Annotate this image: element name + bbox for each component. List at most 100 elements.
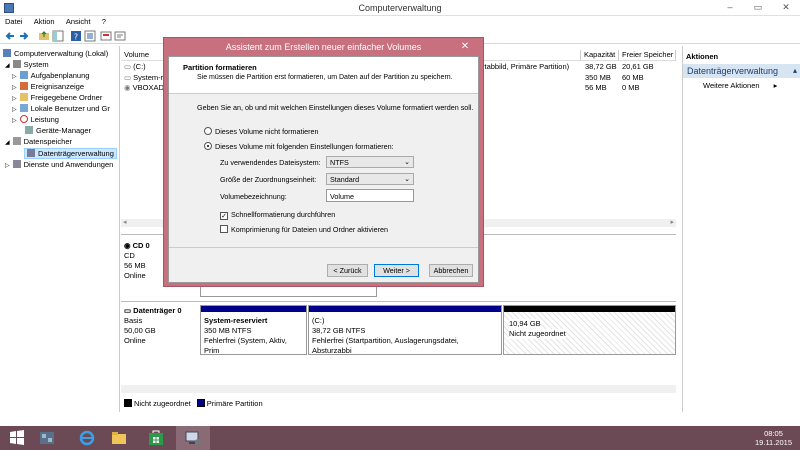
properties-icon[interactable] bbox=[84, 30, 96, 42]
tree-item-ereignisanzeige[interactable]: ▷ Ereignisanzeige bbox=[12, 82, 84, 92]
radio-no-format[interactable]: Dieses Volume nicht formatieren bbox=[204, 127, 318, 136]
back-button[interactable]: < Zurück bbox=[327, 264, 368, 277]
cd-drive-icon: ◉ bbox=[124, 83, 133, 92]
volume-row[interactable]: ▭ System-r bbox=[124, 73, 163, 83]
users-icon bbox=[19, 104, 28, 112]
tools-icon bbox=[12, 60, 21, 68]
submenu-arrow-icon: ▸ bbox=[773, 81, 778, 90]
partition-system-reserved[interactable]: System-reserviert 350 MB NTFS Fehlerfrei… bbox=[200, 305, 307, 355]
title-bar: Computerverwaltung – ▭ ✕ bbox=[0, 0, 800, 16]
column-header-capacity[interactable]: Kapazität bbox=[581, 50, 619, 61]
dialog-title: Assistent zum Erstellen neuer einfacher … bbox=[225, 42, 422, 52]
cd-icon: ◉ bbox=[124, 241, 133, 250]
radio-button[interactable] bbox=[204, 142, 212, 150]
disk-header[interactable]: ▭ Datenträger 0 Basis 50,00 GB Online bbox=[124, 306, 196, 346]
drive-icon: ▭ bbox=[124, 62, 134, 71]
radio-format[interactable]: Dieses Volume mit folgenden Einstellunge… bbox=[204, 142, 394, 151]
primary-partition-bar bbox=[201, 306, 306, 312]
allocation-unit-select[interactable]: Standard ⌄ bbox=[326, 173, 414, 185]
store-icon[interactable] bbox=[147, 429, 165, 447]
quick-format-checkbox[interactable]: ✓ Schnellformatierung durchführen bbox=[220, 210, 335, 220]
taskbar-active-app[interactable] bbox=[176, 426, 210, 450]
collapse-icon[interactable]: ◢ bbox=[5, 140, 10, 146]
more-actions[interactable]: Weitere Aktionen ▸ bbox=[703, 81, 777, 90]
volume-label-input[interactable]: Volume bbox=[326, 189, 414, 202]
tree-disk-management[interactable]: Datenträgerverwaltung bbox=[24, 148, 117, 159]
actions-section[interactable]: Datenträgerverwaltung ▴ bbox=[683, 64, 800, 78]
expand-icon[interactable]: ▷ bbox=[5, 163, 10, 169]
partition-c[interactable]: (C:) 38,72 GB NTFS Fehlerfrei (Startpart… bbox=[308, 305, 502, 355]
menu-aktion[interactable]: Aktion bbox=[29, 16, 59, 26]
volume-row[interactable]: ▭ (C:) bbox=[124, 62, 146, 72]
internet-explorer-icon[interactable] bbox=[78, 429, 96, 447]
forward-icon[interactable] bbox=[18, 30, 30, 42]
action-icon[interactable] bbox=[100, 30, 112, 42]
help-icon[interactable]: ? bbox=[70, 30, 82, 42]
volume-free: 20,61 GB bbox=[622, 62, 654, 71]
taskbar: 08:05 19.11.2015 bbox=[0, 426, 800, 450]
dialog-divider bbox=[169, 247, 478, 248]
expand-icon[interactable]: ▷ bbox=[12, 96, 17, 102]
show-tree-icon[interactable] bbox=[52, 30, 64, 42]
lower-scrollbar[interactable] bbox=[121, 385, 676, 393]
tree-services[interactable]: ▷ Dienste und Anwendungen bbox=[5, 160, 113, 170]
performance-icon bbox=[19, 115, 28, 123]
volume-row[interactable]: ◉ VBOXAD bbox=[124, 83, 164, 93]
menu-help[interactable]: ? bbox=[97, 16, 110, 26]
disk-size: 50,00 GB bbox=[124, 326, 156, 335]
unassigned-bar bbox=[504, 306, 675, 312]
explorer-files-icon[interactable] bbox=[38, 429, 56, 447]
dialog-close-button[interactable]: ✕ bbox=[451, 39, 479, 54]
scroll-right-icon[interactable]: ▸ bbox=[670, 218, 674, 226]
folder-icon[interactable] bbox=[110, 429, 128, 447]
chevron-down-icon: ⌄ bbox=[404, 176, 410, 183]
storage-icon bbox=[12, 137, 21, 145]
next-button[interactable]: Weiter > bbox=[374, 264, 419, 277]
legend-primary-swatch bbox=[196, 399, 205, 407]
tree-item-freigegebene-ordner[interactable]: ▷ Freigegebene Ordner bbox=[12, 93, 102, 103]
tree-item-aufgabenplanung[interactable]: ▷ Aufgabenplanung bbox=[12, 71, 89, 81]
minimize-button[interactable]: – bbox=[716, 0, 744, 16]
tree-storage[interactable]: ◢ Datenspeicher bbox=[5, 137, 72, 147]
tree-system[interactable]: ◢ System bbox=[5, 60, 49, 70]
radio-button[interactable] bbox=[204, 127, 212, 135]
legend-unassigned-swatch bbox=[124, 399, 132, 407]
menu-datei[interactable]: Datei bbox=[0, 16, 27, 26]
clock-icon bbox=[19, 71, 28, 79]
compress-checkbox[interactable]: Komprimierung für Dateien und Ordner akt… bbox=[220, 225, 388, 234]
partition-unassigned[interactable]: 10,94 GB Nicht zugeordnet bbox=[503, 305, 676, 355]
device-manager-icon bbox=[25, 126, 33, 134]
wizard-dialog: Assistent zum Erstellen neuer einfacher … bbox=[163, 37, 484, 287]
view-icon[interactable] bbox=[114, 30, 126, 42]
collapse-icon[interactable]: ◢ bbox=[5, 63, 10, 69]
windows-start-icon[interactable] bbox=[8, 429, 26, 447]
maximize-button[interactable]: ▭ bbox=[744, 0, 772, 16]
system-clock[interactable]: 08:05 19.11.2015 bbox=[755, 429, 792, 447]
cancel-button[interactable]: Abbrechen bbox=[429, 264, 473, 277]
column-header-free[interactable]: Freier Speicher bbox=[619, 50, 676, 61]
volume-capacity: 350 MB bbox=[585, 73, 611, 82]
expand-icon[interactable]: ▷ bbox=[12, 74, 17, 80]
close-window-button[interactable]: ✕ bbox=[772, 0, 800, 16]
tree-item-lokale-benutzer[interactable]: ▷ Lokale Benutzer und Gr bbox=[12, 104, 110, 114]
computer-management-icon bbox=[185, 431, 201, 445]
collapse-up-icon[interactable]: ▴ bbox=[793, 66, 797, 75]
checkbox-checked[interactable]: ✓ bbox=[220, 212, 228, 220]
expand-icon[interactable]: ▷ bbox=[12, 85, 17, 91]
menu-ansicht[interactable]: Ansicht bbox=[61, 16, 95, 26]
volume-status: rtabbild, Primäre Partition) bbox=[482, 62, 570, 71]
checkbox[interactable] bbox=[220, 225, 228, 233]
filesystem-select[interactable]: NTFS ⌄ bbox=[326, 156, 414, 168]
expand-icon[interactable]: ▷ bbox=[12, 107, 17, 113]
back-icon[interactable] bbox=[4, 30, 16, 42]
tree-root[interactable]: Computerverwaltung (Lokal) bbox=[3, 49, 108, 59]
navigation-tree: Computerverwaltung (Lokal) ◢ System ▷ Aufg… bbox=[0, 46, 120, 412]
tree-item-leistung[interactable]: ▷ Leistung bbox=[12, 115, 59, 125]
dialog-prompt: Geben Sie an, ob und mit welchen Einstel… bbox=[197, 103, 474, 112]
volume-free: 0 MB bbox=[622, 83, 640, 92]
computer-icon bbox=[3, 49, 11, 57]
expand-icon[interactable]: ▷ bbox=[12, 118, 17, 124]
tree-item-geraete-manager[interactable]: Geräte-Manager bbox=[25, 126, 91, 136]
scroll-left-icon[interactable]: ◂ bbox=[123, 218, 127, 226]
up-folder-icon[interactable] bbox=[38, 30, 50, 42]
